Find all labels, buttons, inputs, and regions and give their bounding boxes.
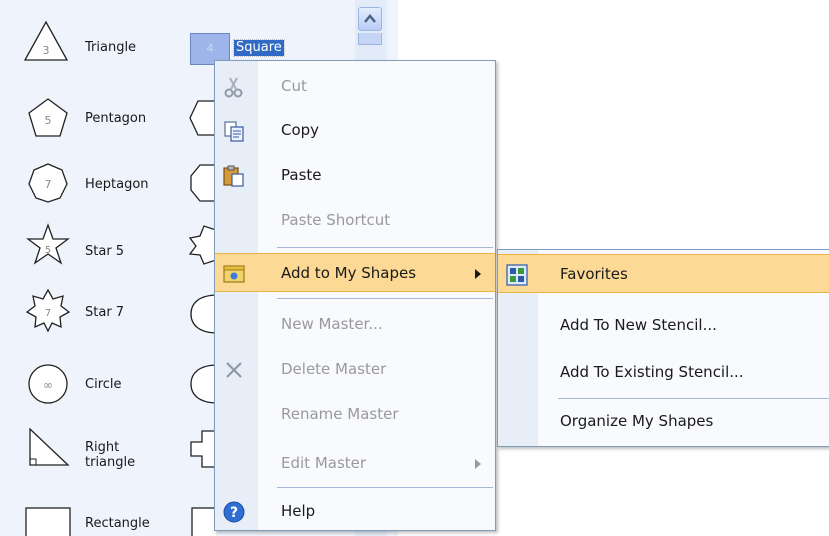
my-shapes-icon xyxy=(223,265,245,283)
paste-icon xyxy=(223,165,244,187)
shape-label-triangle[interactable]: Triangle xyxy=(85,40,136,55)
shape-label-right-triangle[interactable]: Right triangle xyxy=(85,440,135,470)
svg-text:∞: ∞ xyxy=(43,378,53,392)
rectangle-icon[interactable] xyxy=(190,505,216,536)
menu-item-add-to-my-shapes[interactable]: Add to My Shapes xyxy=(215,253,495,292)
pentagon-icon[interactable]: 5 xyxy=(26,96,70,140)
submenu-arrow-icon xyxy=(475,459,481,469)
svg-text:?: ? xyxy=(230,505,238,521)
scissors-icon xyxy=(224,77,243,98)
shape-label-star7[interactable]: Star 7 xyxy=(85,305,124,320)
star5-icon[interactable]: 5 xyxy=(24,222,72,268)
menu-item-cut[interactable]: Cut xyxy=(215,67,495,106)
svg-text:7: 7 xyxy=(45,178,52,191)
menu-item-label: Cut xyxy=(281,77,307,95)
menu-separator xyxy=(277,298,493,299)
submenu-item-organize-my-shapes[interactable]: Organize My Shapes xyxy=(498,402,829,441)
menu-item-copy[interactable]: Copy xyxy=(215,111,495,150)
menu-item-help[interactable]: ? Help xyxy=(215,492,495,531)
menu-item-label: Paste xyxy=(281,166,322,184)
shape-label-pentagon[interactable]: Pentagon xyxy=(85,111,146,126)
submenu-item-add-to-existing-stencil[interactable]: Add To Existing Stencil... xyxy=(498,353,829,392)
favorites-icon xyxy=(506,264,528,286)
copy-icon xyxy=(224,121,244,142)
menu-item-new-master[interactable]: New Master... xyxy=(215,305,495,344)
scroll-thumb[interactable] xyxy=(358,33,382,45)
menu-separator xyxy=(277,247,493,248)
menu-item-label: Add to My Shapes xyxy=(281,264,417,282)
submenu-item-label: Add To New Stencil... xyxy=(560,316,717,334)
delete-icon xyxy=(226,362,242,378)
submenu-item-add-to-new-stencil[interactable]: Add To New Stencil... xyxy=(498,306,829,345)
submenu-arrow-icon xyxy=(475,269,481,279)
star7-icon[interactable]: 7 xyxy=(24,287,72,333)
menu-item-label: Paste Shortcut xyxy=(281,211,391,229)
menu-item-label: Edit Master xyxy=(281,454,367,472)
svg-text:5: 5 xyxy=(45,245,51,256)
shape-label-circle[interactable]: Circle xyxy=(85,377,122,392)
menu-item-paste-shortcut[interactable]: Paste Shortcut xyxy=(215,201,495,240)
help-icon: ? xyxy=(223,501,245,523)
context-menu: Cut Copy Paste Paste Shortcut Add to My … xyxy=(214,60,496,531)
menu-item-label: Delete Master xyxy=(281,360,387,378)
star6-icon[interactable] xyxy=(186,222,216,268)
rectangle-icon[interactable] xyxy=(24,505,72,536)
circle-icon[interactable]: ∞ xyxy=(26,362,70,406)
add-to-my-shapes-submenu: Favorites Add To New Stencil... Add To E… xyxy=(497,249,829,447)
submenu-item-label: Add To Existing Stencil... xyxy=(560,363,744,381)
menu-item-paste[interactable]: Paste xyxy=(215,156,495,195)
menu-item-label: Help xyxy=(281,502,316,520)
menu-item-edit-master[interactable]: Edit Master xyxy=(215,444,495,483)
menu-item-label: Rename Master xyxy=(281,405,399,423)
submenu-item-label: Organize My Shapes xyxy=(560,412,714,430)
menu-item-delete-master[interactable]: Delete Master xyxy=(215,350,495,389)
right-triangle-icon[interactable] xyxy=(26,425,72,469)
triangle-icon[interactable]: 3 xyxy=(22,18,70,64)
selected-shape-label[interactable]: Square xyxy=(233,39,285,57)
svg-text:7: 7 xyxy=(45,308,51,319)
submenu-item-label: Favorites xyxy=(560,265,628,283)
submenu-separator xyxy=(558,398,829,399)
shape-label-rectangle[interactable]: Rectangle xyxy=(85,516,150,531)
chevron-up-icon xyxy=(364,14,376,23)
menu-item-label: New Master... xyxy=(281,315,383,333)
menu-separator xyxy=(277,487,493,488)
shape-label-heptagon[interactable]: Heptagon xyxy=(85,177,149,192)
shape-label-star5[interactable]: Star 5 xyxy=(85,244,124,259)
menu-item-label: Copy xyxy=(281,121,320,139)
menu-item-rename-master[interactable]: Rename Master xyxy=(215,395,495,434)
submenu-item-favorites[interactable]: Favorites xyxy=(498,254,829,293)
svg-text:5: 5 xyxy=(45,114,52,127)
svg-text:3: 3 xyxy=(43,44,50,57)
heptagon-icon[interactable]: 7 xyxy=(26,161,70,205)
scroll-up-button[interactable] xyxy=(358,7,382,31)
